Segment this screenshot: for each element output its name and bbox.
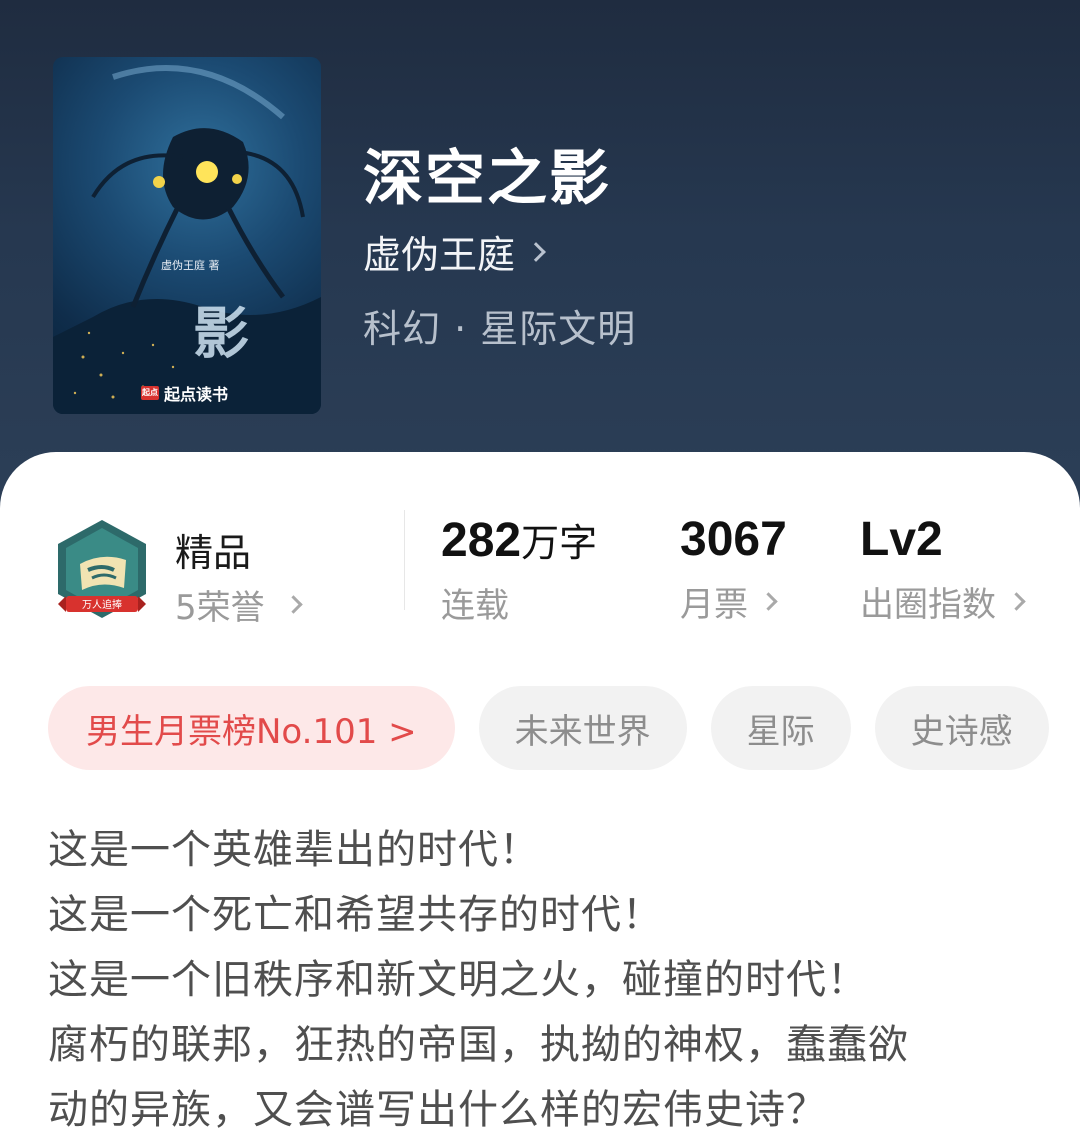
book-description[interactable]: 这是一个英雄辈出的时代！ 这是一个死亡和希望共存的时代！ 这是一个旧秩序和新文明… bbox=[48, 818, 1038, 1143]
quality-badge-icon[interactable]: 万人追捧 bbox=[52, 518, 152, 624]
monthly-votes-value: 3067 bbox=[680, 513, 787, 566]
chevron-right-icon bbox=[759, 592, 778, 611]
cover-author-text: 虚伪王庭 著 bbox=[161, 259, 220, 272]
cover-title-text: 影 bbox=[193, 301, 249, 367]
popularity-index-stat[interactable]: Lv2 出圈指数 bbox=[860, 512, 1026, 626]
chevron-right-icon bbox=[1007, 592, 1026, 611]
honors-link[interactable]: 5荣誉 bbox=[175, 580, 303, 629]
description-line: 这是一个旧秩序和新文明之火，碰撞的时代！ bbox=[48, 957, 868, 1003]
quality-label: 精品 bbox=[175, 531, 252, 575]
brand-logo-icon: 起点 bbox=[141, 386, 159, 400]
book-cover[interactable]: 虚伪王庭 著 影 起点 起点读书 bbox=[53, 57, 321, 414]
word-count-unit: 万字 bbox=[521, 521, 598, 565]
book-genre: 科幻 · 星际文明 bbox=[363, 307, 637, 351]
popularity-index-label: 出圈指数 bbox=[860, 585, 996, 625]
tag-monthly-rank[interactable]: 男生月票榜No.101 > bbox=[48, 686, 455, 770]
book-title: 深空之影 bbox=[363, 144, 611, 214]
cover-brand: 起点 起点读书 bbox=[141, 381, 228, 405]
word-count-number: 282 bbox=[441, 514, 522, 567]
author-link[interactable]: 虚伪王庭 bbox=[363, 224, 546, 279]
tag-interstellar[interactable]: 星际 bbox=[710, 686, 851, 770]
divider bbox=[404, 510, 405, 610]
tag-epic[interactable]: 史诗感 bbox=[874, 686, 1049, 770]
brand-name: 起点读书 bbox=[164, 385, 229, 404]
monthly-votes-label: 月票 bbox=[680, 585, 748, 625]
description-line: 这是一个死亡和希望共存的时代！ bbox=[48, 892, 663, 938]
chevron-right-icon bbox=[283, 595, 303, 614]
description-line: 动的异族，又会谱写出什么样的宏伟史诗？ bbox=[48, 1087, 827, 1133]
description-line: 这是一个英雄辈出的时代！ bbox=[48, 827, 540, 873]
chevron-right-icon bbox=[526, 241, 546, 262]
monthly-votes-stat[interactable]: 3067 月票 bbox=[680, 512, 787, 626]
badge-label: 万人追捧 bbox=[82, 598, 122, 611]
author-name: 虚伪王庭 bbox=[363, 233, 516, 277]
tag-future-world[interactable]: 未来世界 bbox=[478, 686, 687, 770]
cover-art bbox=[53, 65, 321, 414]
word-count-value: 282万字 bbox=[441, 512, 597, 568]
description-line: 腐朽的联邦，狂热的帝国，执拗的神权，蠢蠢欲 bbox=[48, 1022, 909, 1068]
serial-status-label: 连载 bbox=[441, 586, 509, 626]
popularity-index-value: Lv2 bbox=[860, 513, 943, 566]
honors-count: 5荣誉 bbox=[175, 588, 265, 628]
tag-list: 男生月票榜No.101 > 未来世界 星际 史诗感 bbox=[48, 686, 1049, 770]
word-count-stat: 282万字 连载 bbox=[441, 512, 597, 627]
